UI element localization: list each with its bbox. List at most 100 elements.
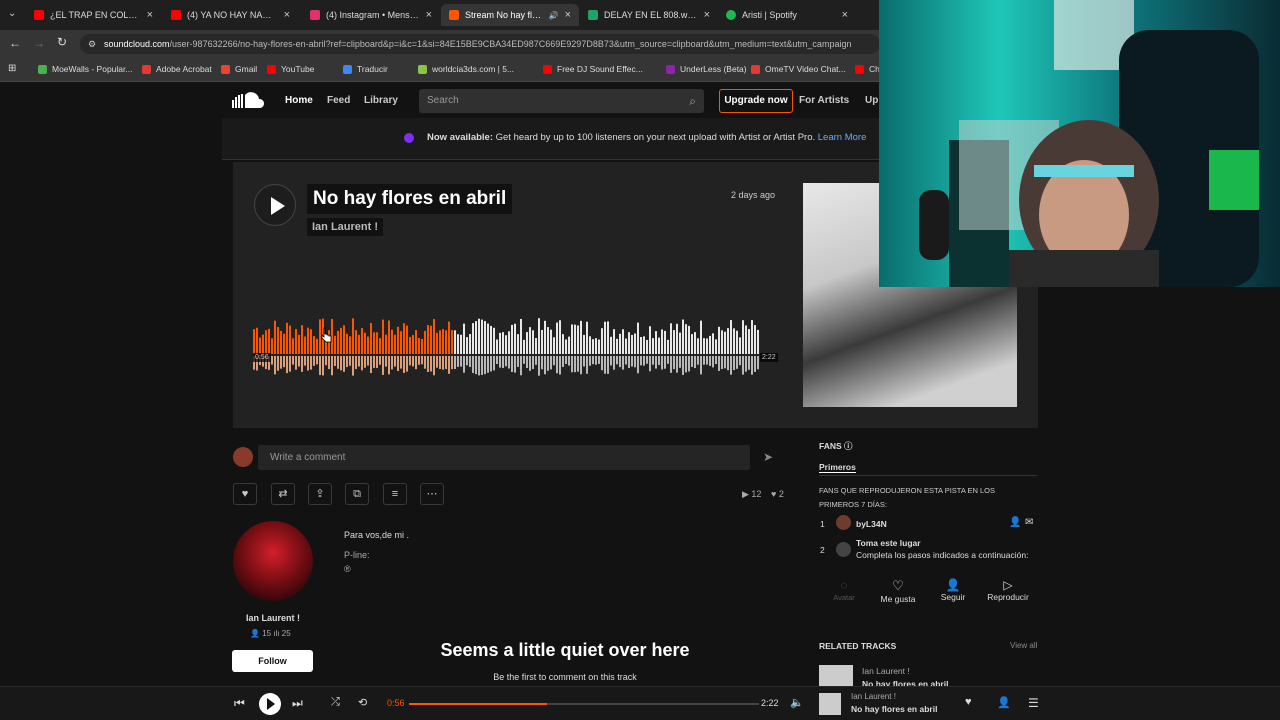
- bookmark-item[interactable]: Gmail: [221, 64, 257, 74]
- back-icon[interactable]: ←: [9, 36, 21, 50]
- next-icon[interactable]: ⏭: [292, 696, 303, 711]
- bottom-player: ⏮ ⏭ ⤮ ⟲ 0:56 2:22 🔈 Ian Laurent ! No hay…: [0, 686, 1280, 720]
- repeat-icon[interactable]: ⟲: [358, 696, 367, 709]
- tab-primeros[interactable]: Primeros: [819, 462, 856, 473]
- player-title[interactable]: No hay flores en abril: [851, 704, 937, 714]
- apps-grid-icon[interactable]: ⊞: [8, 63, 16, 74]
- previous-icon[interactable]: ⏮: [234, 696, 245, 711]
- waveform-bar: [472, 323, 474, 354]
- message-icon[interactable]: ✉: [1025, 517, 1033, 528]
- follow-fan-icon[interactable]: 👤: [1009, 517, 1021, 528]
- player-artwork[interactable]: [819, 693, 841, 715]
- share-button[interactable]: ⇪: [308, 483, 332, 505]
- waveform-reflection-bar: [544, 356, 546, 375]
- artist-avatar[interactable]: [233, 521, 313, 601]
- add-to-next-button[interactable]: ≡: [383, 483, 407, 505]
- step-play[interactable]: ▷ Reproducir: [980, 578, 1036, 602]
- step-like[interactable]: ♡ Me gusta: [870, 578, 926, 604]
- play-count-value: 12: [751, 489, 762, 499]
- waveform-reflection-bar: [637, 356, 639, 374]
- waveform-reflection-bar: [616, 356, 618, 365]
- close-icon[interactable]: ×: [704, 9, 710, 21]
- waveform-bar: [481, 319, 483, 354]
- posted-time: 2 days ago: [731, 190, 776, 200]
- close-icon[interactable]: ×: [147, 9, 153, 21]
- more-button[interactable]: ⋯: [420, 483, 444, 505]
- player-follow-icon[interactable]: 👤: [997, 696, 1011, 709]
- soundcloud-logo-icon[interactable]: [232, 91, 266, 109]
- waveform-reflection-bar: [289, 356, 291, 372]
- send-icon[interactable]: ➤: [763, 450, 773, 464]
- bookmark-item[interactable]: Ch: [855, 64, 880, 74]
- browser-tab-active[interactable]: Stream No hay flores 🔊 ×: [441, 4, 579, 26]
- player-artist[interactable]: Ian Laurent !: [851, 692, 896, 701]
- browser-tab[interactable]: Aristi | Spotify ×: [718, 4, 856, 26]
- browser-tab[interactable]: ¿EL TRAP EN COLOMBIA ×: [26, 4, 161, 26]
- nav-feed[interactable]: Feed: [327, 95, 350, 106]
- learn-more-link[interactable]: Learn More: [818, 132, 867, 143]
- player-play-button[interactable]: [259, 693, 281, 715]
- upgrade-button[interactable]: Upgrade now: [719, 89, 793, 113]
- copy-link-button[interactable]: ⧉: [345, 483, 369, 505]
- followers-icon: 👤: [250, 629, 263, 638]
- bookmark-item[interactable]: worldcia3ds.com | 5...: [418, 64, 514, 74]
- artist-name[interactable]: Ian Laurent !: [233, 613, 313, 623]
- current-time: 0:56: [387, 698, 405, 708]
- follow-button[interactable]: Follow: [232, 650, 313, 672]
- related-artist[interactable]: Ian Laurent !: [862, 666, 910, 676]
- waveform-bar: [493, 327, 495, 354]
- bookmark-item[interactable]: UnderLess (Beta): [666, 64, 747, 74]
- view-all-link[interactable]: View all: [1010, 641, 1037, 650]
- reload-icon[interactable]: ↻: [57, 35, 67, 49]
- related-artwork[interactable]: [819, 665, 853, 687]
- track-artist[interactable]: Ian Laurent !: [307, 218, 384, 236]
- bookmark-item[interactable]: Adobe Acrobat: [142, 64, 212, 74]
- browser-tab[interactable]: (4) YA NO HAY NADA | Vi ×: [163, 4, 298, 26]
- comment-input[interactable]: Write a comment: [258, 445, 750, 470]
- waveform-reflection-bar: [724, 356, 726, 369]
- fan-avatar[interactable]: [836, 515, 851, 530]
- close-icon[interactable]: ×: [842, 9, 848, 21]
- waveform-bar: [586, 321, 588, 354]
- bookmark-item[interactable]: OmeTV Video Chat...: [751, 64, 846, 74]
- volume-icon[interactable]: 🔈: [790, 696, 804, 709]
- url-input[interactable]: ⚙ soundcloud.com/user-987632266/no-hay-fl…: [80, 34, 880, 54]
- waveform-reflection-bar: [559, 356, 561, 375]
- forward-icon[interactable]: →: [33, 36, 45, 50]
- waveform-reflection-bar: [511, 356, 513, 372]
- site-info-icon[interactable]: ⚙: [88, 34, 96, 54]
- like-button[interactable]: ♥: [233, 483, 257, 505]
- play-button[interactable]: [254, 184, 296, 226]
- close-icon[interactable]: ×: [426, 9, 432, 21]
- bookmark-item[interactable]: Traducir: [343, 64, 388, 74]
- waveform-bar: [757, 329, 759, 354]
- repost-button[interactable]: ⇄: [271, 483, 295, 505]
- close-icon[interactable]: ×: [565, 9, 571, 21]
- bookmark-item[interactable]: YouTube: [267, 64, 314, 74]
- tab-title: Stream No hay flores: [465, 10, 545, 20]
- waveform-reflection-bar: [412, 356, 414, 367]
- nav-home[interactable]: Home: [285, 95, 313, 106]
- step-follow[interactable]: 👤 Seguir: [925, 578, 981, 602]
- browser-tab[interactable]: (4) Instagram • Mensajes ×: [302, 4, 440, 26]
- waveform[interactable]: [253, 314, 777, 384]
- bookmark-item[interactable]: MoeWalls - Popular...: [38, 64, 132, 74]
- nav-library[interactable]: Library: [364, 95, 398, 106]
- bookmark-item[interactable]: Free DJ Sound Effec...: [543, 64, 643, 74]
- duration: 2:22: [761, 698, 779, 708]
- progress-bar[interactable]: [409, 703, 759, 705]
- search-input[interactable]: Search ⌕: [419, 89, 704, 113]
- play-count-icon: ▶: [742, 489, 752, 499]
- player-like-icon[interactable]: ♥: [965, 696, 972, 708]
- browser-tab[interactable]: DELAY EN EL 808.wav - G ×: [580, 4, 718, 26]
- queue-icon[interactable]: ☰: [1028, 696, 1039, 710]
- info-icon[interactable]: ⓘ: [844, 441, 853, 451]
- tab-search-chevron-icon[interactable]: ⌄: [8, 8, 16, 19]
- nav-for-artists[interactable]: For Artists: [799, 95, 849, 106]
- search-icon[interactable]: ⌕: [689, 89, 696, 113]
- waveform-reflection-bar: [565, 356, 567, 364]
- fan-name[interactable]: byL34N: [856, 519, 887, 529]
- close-icon[interactable]: ×: [284, 9, 290, 21]
- waveform-bar: [667, 339, 669, 354]
- shuffle-icon[interactable]: ⤮: [331, 696, 340, 709]
